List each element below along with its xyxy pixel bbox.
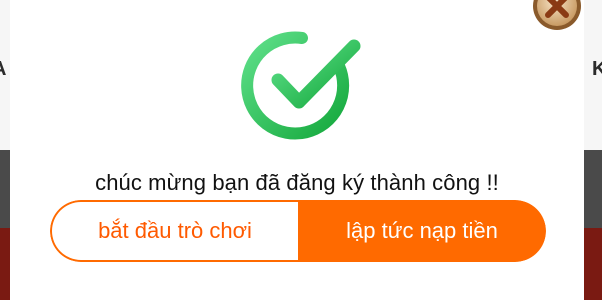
success-dialog: chúc mừng bạn đã đăng ký thành công !! b… [10, 0, 584, 300]
background-text-right: K [592, 58, 602, 80]
close-icon [533, 0, 581, 30]
action-buttons: bắt đầu trò chơi lập tức nạp tiền [50, 200, 546, 262]
close-button[interactable] [531, 0, 583, 34]
background-text-left: A [0, 58, 6, 81]
start-game-button[interactable]: bắt đầu trò chơi [50, 200, 298, 262]
top-up-button[interactable]: lập tức nạp tiền [298, 200, 546, 262]
check-circle-icon [236, 22, 364, 150]
success-message: chúc mừng bạn đã đăng ký thành công !! [95, 170, 499, 195]
